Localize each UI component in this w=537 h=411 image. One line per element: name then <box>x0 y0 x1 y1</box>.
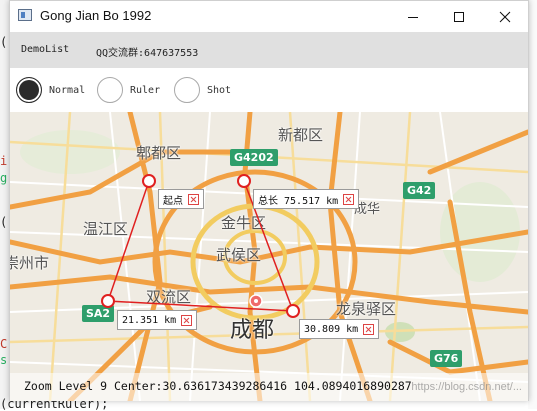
ruler-total-text: 总长 75.517 km <box>258 195 339 207</box>
ruler-overlay <box>101 174 300 318</box>
mode-normal-radio[interactable]: Normal <box>16 77 85 103</box>
app-window: Gong Jian Bo 1992 DemoList QQ交流群:6476375… <box>9 0 529 401</box>
background-code: ( <box>0 35 8 49</box>
background-editor-right <box>528 0 537 409</box>
menu-item-qq-group[interactable]: QQ交流群:647637553 <box>96 44 198 59</box>
ruler-point[interactable] <box>142 174 156 188</box>
mode-ruler-radio[interactable]: Ruler <box>97 77 160 103</box>
minimize-icon <box>408 16 418 18</box>
app-window-icon <box>18 9 32 21</box>
mode-normal-label: Normal <box>49 84 86 96</box>
background-code: i <box>0 154 8 168</box>
title-bar[interactable]: Gong Jian Bo 1992 <box>10 1 528 32</box>
background-code: ( <box>0 215 8 229</box>
ruler-segment-text: 21.351 km <box>122 314 177 326</box>
remove-point-icon[interactable] <box>343 193 355 205</box>
menu-bar: DemoList QQ交流群:647637553 <box>10 32 528 68</box>
background-code: g <box>0 171 8 185</box>
mode-selector: Normal Ruler Shot <box>10 68 528 112</box>
window-title: Gong Jian Bo 1992 <box>40 8 152 23</box>
ruler-segment-label: 30.809 km <box>299 319 380 339</box>
maximize-icon <box>454 11 464 22</box>
watermark: https://blog.csdn.net/... <box>411 381 522 393</box>
mode-shot-radio[interactable]: Shot <box>174 77 231 103</box>
ruler-point[interactable] <box>237 174 251 188</box>
ruler-segment-label: 21.351 km <box>117 310 198 330</box>
radio-selected-icon <box>16 77 42 103</box>
zoom-center-readout: Zoom Level 9 Center:30.636173439286416 1… <box>24 379 412 393</box>
ruler-point[interactable] <box>101 294 115 308</box>
menu-item-demolist[interactable]: DemoList <box>21 44 69 55</box>
maximize-button[interactable] <box>436 1 482 32</box>
remove-point-icon[interactable] <box>363 323 375 335</box>
mode-ruler-label: Ruler <box>130 84 161 96</box>
remove-point-icon[interactable] <box>188 193 199 205</box>
background-code: s <box>0 353 8 367</box>
radio-unselected-icon <box>174 77 200 103</box>
close-icon <box>499 11 511 22</box>
ruler-start-label: 起点 <box>158 189 204 209</box>
ruler-total-label: 总长 75.517 km <box>253 189 360 209</box>
remove-point-icon[interactable] <box>181 314 193 326</box>
ruler-segment-text: 30.809 km <box>304 323 359 335</box>
minimize-button[interactable] <box>390 1 436 32</box>
ruler-start-text: 起点 <box>163 195 183 207</box>
ruler-point[interactable] <box>286 304 300 318</box>
map-canvas[interactable]: 新都区 郫都区 温江区 金牛区 武侯区 双流区 成都 龙泉驿区 崇州市 成华 G… <box>10 112 528 401</box>
close-button[interactable] <box>482 1 528 32</box>
radio-unselected-icon <box>97 77 123 103</box>
mode-shot-label: Shot <box>207 84 232 96</box>
status-bar: Zoom Level 9 Center:30.636173439286416 1… <box>10 373 528 401</box>
background-code: C <box>0 337 8 351</box>
